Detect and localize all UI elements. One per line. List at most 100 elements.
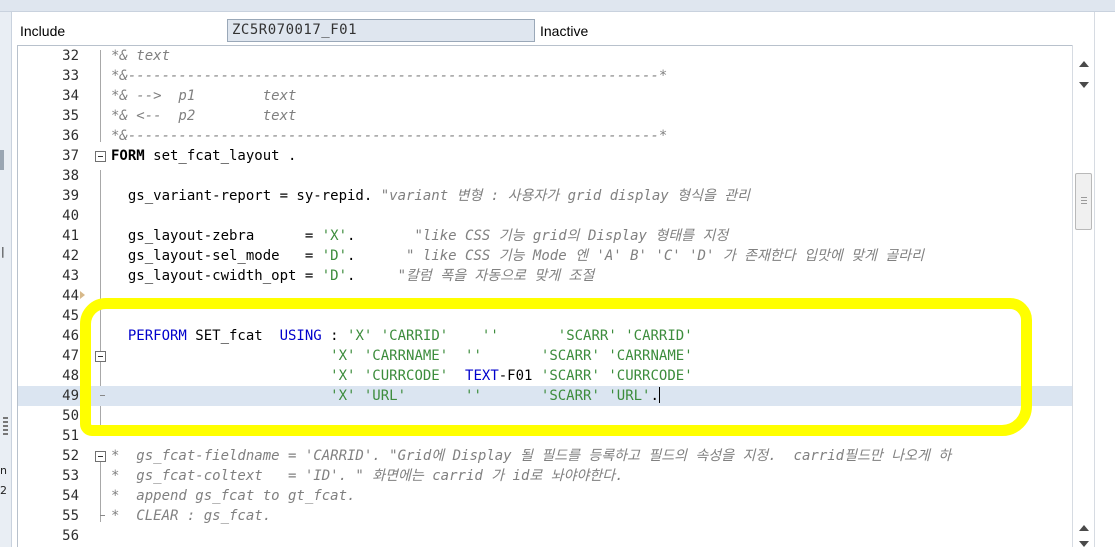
vertical-scrollbar[interactable] (1072, 45, 1094, 547)
line-number: 45 (62, 308, 79, 324)
code-line[interactable]: 44 (18, 286, 1072, 306)
string-literal: 'CARRNAME' (355, 348, 449, 364)
code-line[interactable]: 37 FORM set_fcat_layout . (18, 146, 1072, 166)
code-line[interactable]: 33 *&-----------------------------------… (18, 66, 1072, 86)
string-literal: 'URL' (355, 388, 407, 404)
string-literal: 'SCARR' (481, 348, 600, 364)
line-number: 50 (62, 408, 79, 424)
line-number: 35 (62, 108, 79, 124)
string-literal: 'CURRCODE' (599, 368, 693, 384)
line-number: 46 (62, 328, 79, 344)
line-number: 52 (62, 448, 79, 464)
code-line[interactable]: 35 *& <-- p2 text (18, 106, 1072, 126)
code-text: gs_layout-cwidth_opt = 'D'. "칼럼 폭을 자동으로 … (111, 266, 594, 286)
line-number: 38 (62, 168, 79, 184)
line-number: 34 (62, 88, 79, 104)
line-number: 54 (62, 488, 79, 504)
code-line[interactable]: 39 gs_variant-report = sy-repid. "varian… (18, 186, 1072, 206)
string-literal: 'X' (330, 348, 356, 364)
string-literal: 'URL' (599, 388, 651, 404)
code-text: *& --> p1 text (111, 88, 297, 104)
string-literal: 'X' (321, 228, 348, 244)
include-name-field[interactable]: ZC5R070017_F01 (227, 19, 535, 42)
code-comment: "칼럼 폭을 자동으로 맞게 조절 (397, 268, 595, 284)
code-comment: " like CSS 기능 Mode 엔 'A' B' 'C' 'D' 가 존재… (406, 248, 924, 264)
line-number: 49 (62, 388, 79, 404)
code-line[interactable]: 51 (18, 426, 1072, 446)
string-literal: '' (448, 328, 499, 344)
code-line[interactable]: 47 'X' 'CARRNAME' '' 'SCARR' 'CARRNAME' (18, 346, 1072, 366)
code-statement: : (321, 328, 348, 344)
subroutine-name: SET_fcat (186, 328, 280, 344)
include-label: Include (20, 23, 66, 39)
line-number: 41 (62, 228, 79, 244)
line-number: 48 (62, 368, 79, 384)
form-keyword: FORM (111, 148, 145, 164)
code-line[interactable]: 53 * gs_fcat-coltext = 'ID'. " 화면에는 carr… (18, 466, 1072, 486)
scroll-up-icon[interactable] (1077, 57, 1091, 71)
fold-toggle-icon[interactable] (95, 151, 106, 162)
perform-keyword: PERFORM (111, 328, 187, 344)
panel-fragment-bar: | (1, 245, 5, 258)
window-top-edge (0, 0, 1115, 12)
code-line[interactable]: 38 (18, 166, 1072, 186)
code-text: *&--------------------------------------… (111, 68, 668, 84)
code-line[interactable]: 45 (18, 306, 1072, 326)
change-marker-icon (80, 391, 85, 399)
code-line[interactable]: 42 gs_layout-sel_mode = 'D'. " like CSS … (18, 246, 1072, 266)
code-line[interactable]: 46 PERFORM SET_fcat USING : 'X' 'CARRID'… (18, 326, 1072, 346)
fold-toggle-icon[interactable] (95, 451, 106, 462)
change-marker-icon (80, 291, 85, 299)
change-marker-icon (80, 351, 85, 359)
code-text: gs_variant-report = sy-repid. "variant 변… (111, 186, 750, 206)
code-editor[interactable]: 32 *& text 33 *&------------------------… (17, 45, 1072, 547)
code-line[interactable]: 48 'X' 'CURRCODE' TEXT-F01 'SCARR' 'CURR… (18, 366, 1072, 386)
code-line[interactable]: 54 * append gs_fcat to gt_fcat. (18, 486, 1072, 506)
scroll-down-icon[interactable] (1077, 78, 1091, 92)
string-literal: 'CARRID' (616, 328, 693, 344)
code-line[interactable]: 50 (18, 406, 1072, 426)
code-text: * gs_fcat-coltext = 'ID'. " 화면에는 carrid … (111, 468, 624, 484)
scrollbar-thumb[interactable] (1075, 173, 1092, 230)
code-text: 'X' 'URL' '' 'SCARR' 'URL'. (111, 386, 660, 406)
text-symbol: -F01 (498, 368, 533, 384)
code-text: *&--------------------------------------… (111, 128, 668, 144)
fold-end-tick (100, 395, 105, 396)
line-number: 47 (62, 348, 79, 364)
panel-marker (0, 150, 4, 170)
code-text: FORM set_fcat_layout . (111, 146, 296, 166)
code-line-current[interactable]: 49 'X' 'URL' '' 'SCARR' 'URL'. (18, 386, 1072, 406)
line-number: 40 (62, 208, 79, 224)
right-panel-edge (1094, 12, 1115, 547)
code-line[interactable]: 55 * CLEAR : gs_fcat. (18, 506, 1072, 526)
line-number: 53 (62, 468, 79, 484)
splitter-grip[interactable] (3, 417, 8, 437)
code-text: *& <-- p2 text (111, 108, 297, 124)
left-panel-edge: | n 2 (0, 12, 12, 547)
fold-end-tick (100, 515, 105, 516)
code-text: * CLEAR : gs_fcat. (111, 508, 272, 524)
code-text: * gs_fcat-fieldname = 'CARRID'. "Grid에 D… (111, 448, 952, 464)
code-line[interactable]: 32 *& text (18, 46, 1072, 66)
string-literal: 'SCARR' (481, 388, 600, 404)
fold-toggle-icon[interactable] (95, 351, 106, 362)
string-literal: '' (448, 348, 482, 364)
code-line[interactable]: 34 *& --> p1 text (18, 86, 1072, 106)
code-line[interactable]: 43 gs_layout-cwidth_opt = 'D'. "칼럼 폭을 자동… (18, 266, 1072, 286)
code-line[interactable]: 40 (18, 206, 1072, 226)
text-cursor (658, 387, 660, 403)
code-line[interactable]: 56 (18, 526, 1072, 546)
line-number: 42 (62, 248, 79, 264)
scroll-down-icon[interactable] (1077, 537, 1091, 551)
line-number: 36 (62, 128, 79, 144)
panel-fragment-text: 2 (0, 484, 7, 497)
code-line[interactable]: 36 *&-----------------------------------… (18, 126, 1072, 146)
code-line[interactable]: 52 * gs_fcat-fieldname = 'CARRID'. "Grid… (18, 446, 1072, 466)
line-number: 37 (62, 148, 79, 164)
code-text: gs_layout-zebra = 'X'. "like CSS 기능 grid… (111, 226, 728, 246)
scroll-up-icon[interactable] (1077, 521, 1091, 535)
code-statement: gs_layout-cwidth_opt = (111, 268, 322, 284)
code-line[interactable]: 41 gs_layout-zebra = 'X'. "like CSS 기능 g… (18, 226, 1072, 246)
